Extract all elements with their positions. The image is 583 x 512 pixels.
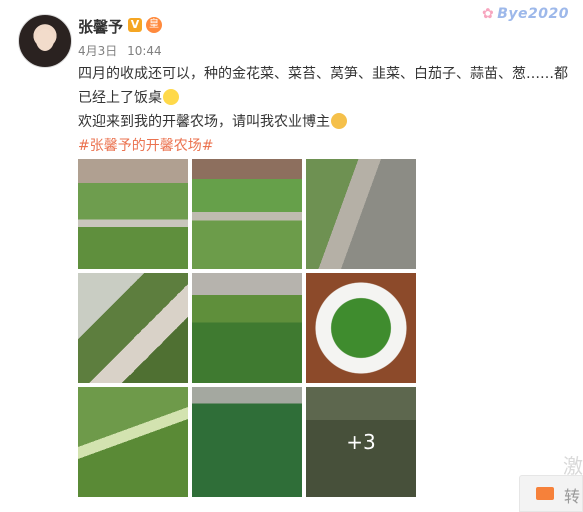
post-text-2: 欢迎来到我的开馨农场，请叫我农业博主 bbox=[78, 110, 578, 134]
avatar[interactable] bbox=[18, 14, 72, 68]
balloon-icon: ✿ bbox=[482, 6, 495, 22]
mail-icon bbox=[536, 487, 554, 500]
more-photos-count: +3 bbox=[306, 387, 416, 497]
event-logo-text: Bye2020 bbox=[497, 6, 569, 22]
photo-thumbnail[interactable] bbox=[78, 273, 188, 383]
avatar-face bbox=[36, 29, 54, 51]
v-badge-icon[interactable]: V bbox=[128, 18, 142, 32]
share-label: 转 bbox=[564, 487, 581, 506]
grin-emoji-icon bbox=[163, 89, 179, 105]
member-badge-icon[interactable]: 皇 bbox=[146, 17, 162, 33]
photo-thumbnail[interactable] bbox=[192, 273, 302, 383]
photo-thumbnail[interactable] bbox=[306, 273, 416, 383]
photo-thumbnail-more[interactable]: +3 bbox=[306, 387, 416, 497]
post-text-1: 四月的收成还可以，种的金花菜、菜苔、莴笋、韭菜、白茄子、蒜苗、葱……都已经上了饭… bbox=[78, 66, 568, 106]
post-meta: 4月3日 10:44 bbox=[78, 42, 162, 59]
photo-thumbnail[interactable] bbox=[192, 159, 302, 269]
post-date[interactable]: 4月3日 bbox=[78, 44, 117, 58]
photo-thumbnail[interactable] bbox=[192, 387, 302, 497]
cat-emoji-icon bbox=[331, 113, 347, 129]
photo-thumbnail[interactable] bbox=[306, 159, 416, 269]
event-logo[interactable]: ✿ Bye2020 bbox=[482, 6, 569, 22]
post-time[interactable]: 10:44 bbox=[127, 44, 162, 58]
photo-thumbnail[interactable] bbox=[78, 387, 188, 497]
share-float-button[interactable]: 转 bbox=[519, 475, 583, 512]
hashtag-link[interactable]: #张馨予的开馨农场# bbox=[78, 134, 578, 158]
username-link[interactable]: 张馨予 bbox=[78, 16, 123, 37]
post-content: 四月的收成还可以，种的金花菜、菜苔、莴笋、韭菜、白茄子、蒜苗、葱……都已经上了饭… bbox=[78, 62, 578, 158]
photo-thumbnail[interactable] bbox=[78, 159, 188, 269]
